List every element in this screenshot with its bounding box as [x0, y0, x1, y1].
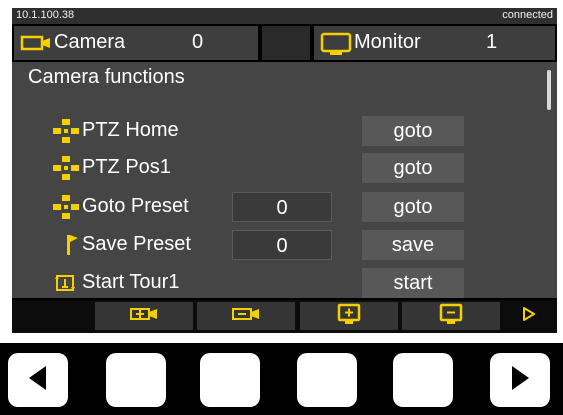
function-row: PTZ Home goto — [12, 114, 557, 148]
ip-address: 10.1.100.38 — [16, 9, 75, 21]
monitor-next-icon — [337, 303, 361, 330]
camera-selector[interactable]: Camera 0 — [14, 26, 258, 60]
camera-prev-button[interactable] — [197, 302, 295, 330]
monitor-next-button[interactable] — [300, 302, 398, 330]
soft-key-4[interactable] — [393, 353, 453, 407]
function-row: Goto Preset 0 goto — [12, 190, 557, 224]
preset-value-field[interactable]: 0 — [232, 192, 332, 222]
function-row: Start Tour1 start — [12, 266, 557, 300]
monitor-number: 1 — [486, 31, 498, 53]
camera-prev-icon — [231, 305, 261, 328]
play-icon — [522, 306, 536, 327]
play-button[interactable] — [504, 302, 554, 330]
ptz-home-icon — [52, 118, 80, 149]
camera-label: Camera — [54, 31, 126, 53]
device-screen: 10.1.100.38 connected Camera 0 Monitor 1… — [12, 8, 557, 333]
function-label: Save Preset — [82, 233, 191, 255]
monitor-label: Monitor — [354, 31, 421, 53]
goto-button[interactable]: goto — [362, 116, 464, 146]
connection-status: connected — [502, 9, 553, 21]
monitor-icon — [320, 32, 352, 62]
scrollbar[interactable] — [547, 70, 551, 110]
left-arrow-icon — [26, 364, 50, 397]
function-row: PTZ Pos1 goto — [12, 151, 557, 185]
camera-icon — [20, 32, 52, 60]
function-panel: Camera functions PTZ Home goto PTZ Pos1 … — [12, 62, 557, 298]
camera-number: 0 — [192, 31, 204, 53]
device-spacer — [262, 26, 310, 60]
monitor-prev-icon — [439, 303, 463, 330]
function-row: Save Preset 0 save — [12, 228, 557, 262]
status-bar: 10.1.100.38 connected — [12, 8, 557, 24]
preset-value-field[interactable]: 0 — [232, 230, 332, 260]
ptz-preset-icon — [52, 194, 80, 225]
soft-key-1[interactable] — [106, 353, 166, 407]
section-title: Camera functions — [28, 66, 185, 88]
save-button[interactable]: save — [362, 230, 464, 260]
left-arrow-key[interactable] — [8, 353, 68, 407]
function-label: PTZ Home — [82, 119, 179, 141]
start-button[interactable]: start — [362, 268, 464, 298]
tour-icon — [52, 270, 78, 301]
soft-key-2[interactable] — [200, 353, 260, 407]
flag-icon — [64, 232, 80, 263]
goto-button[interactable]: goto — [362, 153, 464, 183]
function-label: Goto Preset — [82, 195, 189, 217]
function-label: Start Tour1 — [82, 271, 180, 293]
goto-button[interactable]: goto — [362, 192, 464, 222]
bottom-toolbar — [12, 300, 557, 333]
hardware-keypad — [0, 343, 563, 415]
monitor-selector[interactable]: Monitor 1 — [314, 26, 555, 60]
monitor-prev-button[interactable] — [402, 302, 500, 330]
ptz-pos1-icon — [52, 155, 80, 186]
device-bar: Camera 0 Monitor 1 — [12, 26, 557, 60]
camera-next-icon — [129, 305, 159, 328]
right-arrow-key[interactable] — [490, 353, 550, 407]
camera-next-button[interactable] — [95, 302, 193, 330]
function-label: PTZ Pos1 — [82, 156, 171, 178]
soft-key-3[interactable] — [297, 353, 357, 407]
right-arrow-icon — [508, 364, 532, 397]
